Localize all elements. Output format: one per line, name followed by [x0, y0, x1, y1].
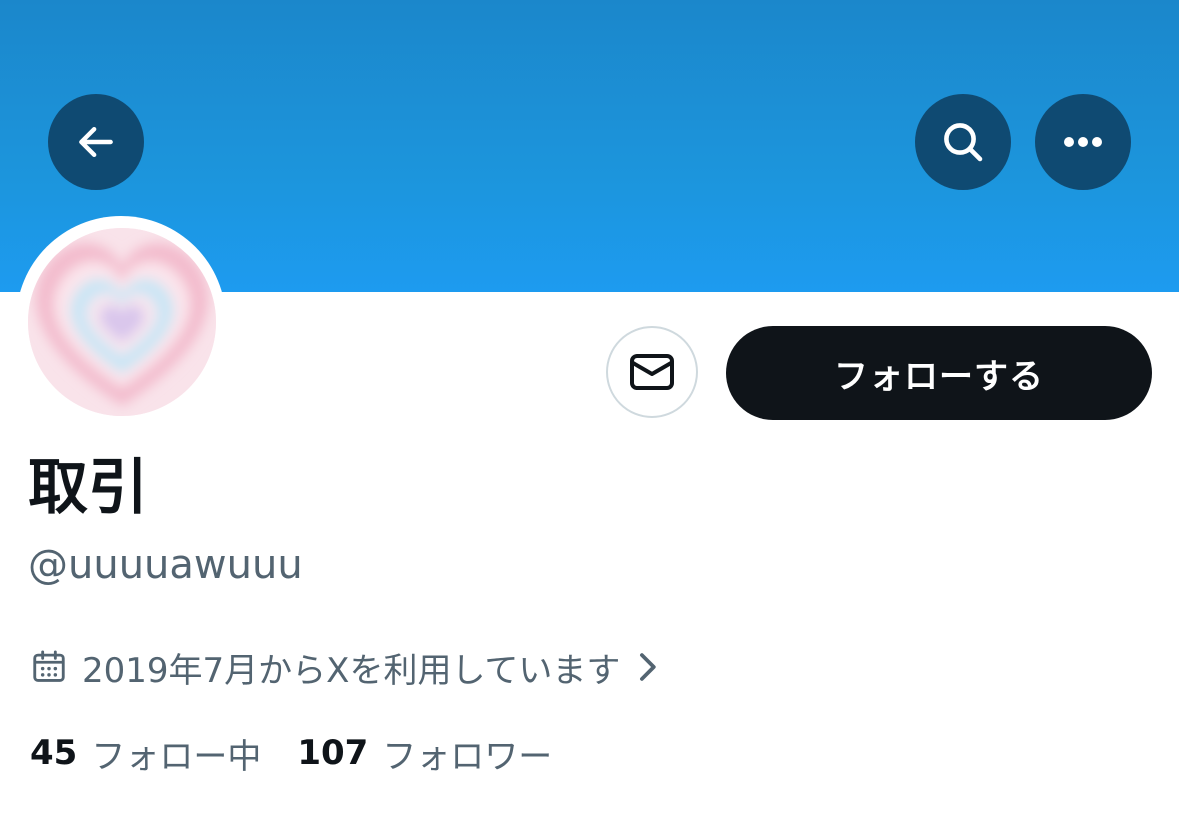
follow-button[interactable]: フォローする — [726, 326, 1152, 420]
follow-stats: 45 フォロー中 107 フォロワー — [30, 726, 552, 780]
mail-icon — [628, 352, 676, 392]
following-stat[interactable]: 45 フォロー中 — [30, 729, 261, 778]
followers-stat[interactable]: 107 フォロワー — [297, 729, 552, 778]
search-button[interactable] — [915, 94, 1011, 190]
following-count: 45 — [30, 733, 78, 773]
chevron-right-icon — [634, 650, 660, 684]
heart-avatar-image — [28, 228, 216, 416]
avatar[interactable] — [28, 228, 216, 416]
following-label: フォロー中 — [91, 736, 262, 777]
joined-date-text: 2019年7月からXを利用しています — [82, 650, 621, 691]
more-horizontal-icon — [1061, 135, 1105, 149]
profile-page: フォローする 取引 @uuuuawuuu 2019年7月からXを利用しています — [0, 0, 1179, 821]
display-name: 取引 — [28, 453, 148, 523]
back-button[interactable] — [48, 94, 144, 190]
message-button[interactable] — [606, 326, 698, 418]
username-handle: @uuuuawuuu — [28, 542, 303, 588]
followers-count: 107 — [297, 733, 369, 773]
arrow-left-icon — [74, 120, 118, 164]
calendar-icon — [30, 648, 68, 686]
joined-date-row[interactable]: 2019年7月からXを利用しています — [30, 640, 660, 694]
more-options-button[interactable] — [1035, 94, 1131, 190]
followers-label: フォロワー — [382, 736, 553, 777]
search-icon — [939, 118, 987, 166]
